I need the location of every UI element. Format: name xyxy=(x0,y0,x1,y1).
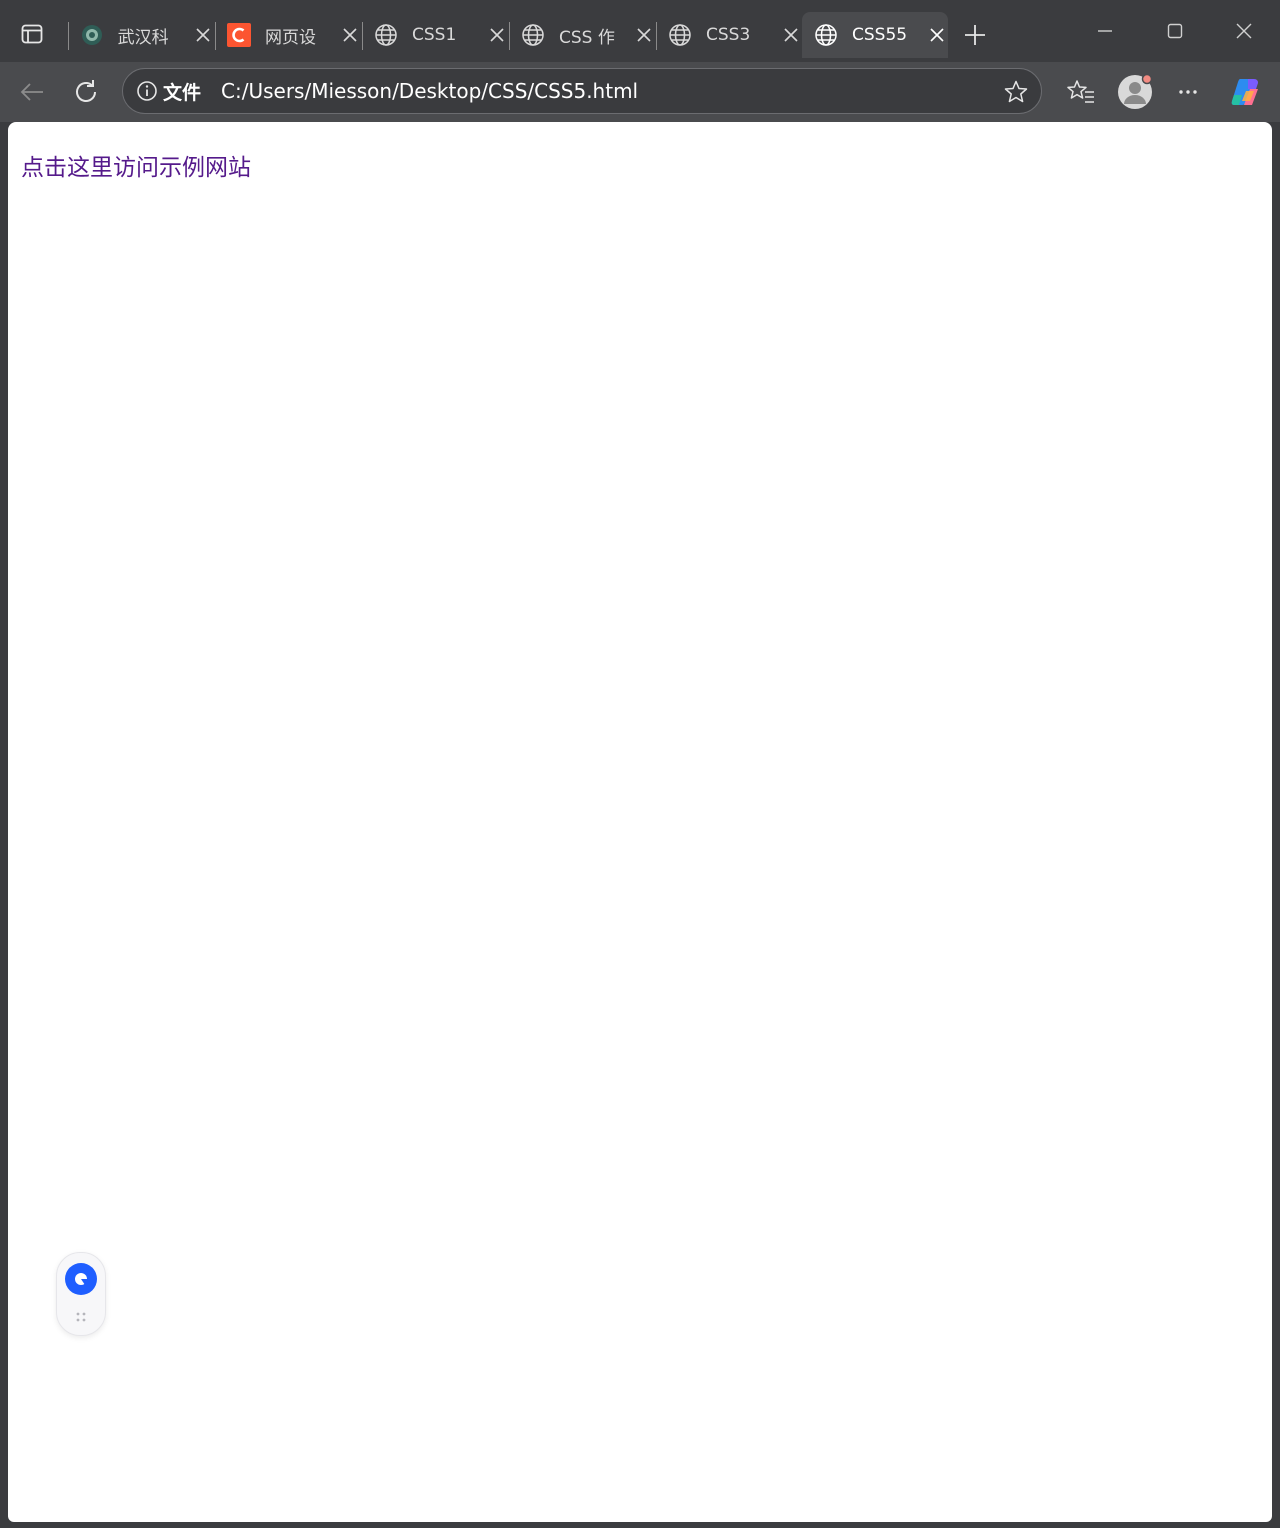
globe-icon xyxy=(814,23,838,47)
reload-button[interactable] xyxy=(66,72,106,112)
settings-more-button[interactable] xyxy=(1168,72,1208,112)
favorite-star-icon[interactable] xyxy=(1003,79,1029,105)
browser-window: 武汉科 网页设 CSS1 CSS 作 CSS3 CSS55 文件 C:/User… xyxy=(0,0,1280,1528)
browser-toolbar: 文件 C:/Users/Miesson/Desktop/CSS/CSS5.htm… xyxy=(0,62,1280,122)
tab-strip: 武汉科 网页设 CSS1 CSS 作 CSS3 CSS55 xyxy=(0,0,1280,62)
favorites-list-icon xyxy=(1067,80,1094,103)
address-bar[interactable]: 文件 C:/Users/Miesson/Desktop/CSS/CSS5.htm… xyxy=(122,68,1042,114)
profile-button[interactable] xyxy=(1115,72,1155,112)
refresh-icon xyxy=(76,80,96,102)
page-viewport: 点击这里访问示例网站 xyxy=(8,122,1272,1522)
drag-handle-icon[interactable] xyxy=(74,1311,88,1323)
tab-3[interactable]: CSS1 xyxy=(362,12,508,58)
copilot-button[interactable] xyxy=(1225,72,1265,112)
tab-title: CSS1 xyxy=(412,25,457,45)
tab-title: CSS 作 xyxy=(559,27,615,48)
tab-active[interactable]: CSS55 xyxy=(802,12,948,58)
plus-icon xyxy=(965,25,985,45)
floating-assistant-widget[interactable] xyxy=(56,1252,106,1336)
maximize-icon xyxy=(1167,23,1183,39)
close-tab-icon[interactable] xyxy=(926,24,948,46)
close-tab-icon[interactable] xyxy=(192,24,214,46)
url-text[interactable]: C:/Users/Miesson/Desktop/CSS/CSS5.html xyxy=(221,79,638,103)
close-tab-icon[interactable] xyxy=(633,24,655,46)
tab-title: CSS55 xyxy=(852,25,908,45)
assistant-logo-icon[interactable] xyxy=(65,1263,97,1295)
globe-icon xyxy=(374,23,398,47)
close-window-button[interactable] xyxy=(1221,10,1267,52)
back-button[interactable] xyxy=(12,72,52,112)
example-site-link[interactable]: 点击这里访问示例网站 xyxy=(21,148,251,182)
tab-2[interactable]: 网页设 xyxy=(215,12,361,58)
tab-actions-button[interactable] xyxy=(10,14,54,54)
close-icon xyxy=(1236,23,1252,39)
school-emblem-icon xyxy=(80,23,104,47)
close-tab-icon[interactable] xyxy=(339,24,361,46)
minimize-icon xyxy=(1098,30,1112,32)
avatar-icon xyxy=(1118,74,1153,109)
close-tab-icon[interactable] xyxy=(780,24,802,46)
tab-title: 网页设 xyxy=(265,27,316,48)
site-info-label[interactable]: 文件 xyxy=(163,78,201,105)
minimize-button[interactable] xyxy=(1082,10,1128,52)
copilot-icon xyxy=(1231,79,1258,105)
new-tab-button[interactable] xyxy=(958,18,992,52)
tab-title: CSS3 xyxy=(706,25,751,45)
globe-icon xyxy=(521,23,545,47)
tab-5[interactable]: CSS3 xyxy=(656,12,802,58)
close-tab-icon[interactable] xyxy=(486,24,508,46)
maximize-button[interactable] xyxy=(1152,10,1198,52)
tab-title: 武汉科 xyxy=(117,27,169,48)
info-icon[interactable] xyxy=(135,79,159,103)
tab-4[interactable]: CSS 作 xyxy=(509,12,655,58)
more-dots-icon xyxy=(1179,90,1197,94)
tab-1[interactable]: 武汉科 xyxy=(68,12,214,58)
favorites-button[interactable] xyxy=(1061,72,1101,112)
tab-actions-icon xyxy=(21,24,43,44)
back-arrow-icon xyxy=(20,83,43,101)
globe-icon xyxy=(668,23,692,47)
csdn-c-icon xyxy=(227,23,251,47)
